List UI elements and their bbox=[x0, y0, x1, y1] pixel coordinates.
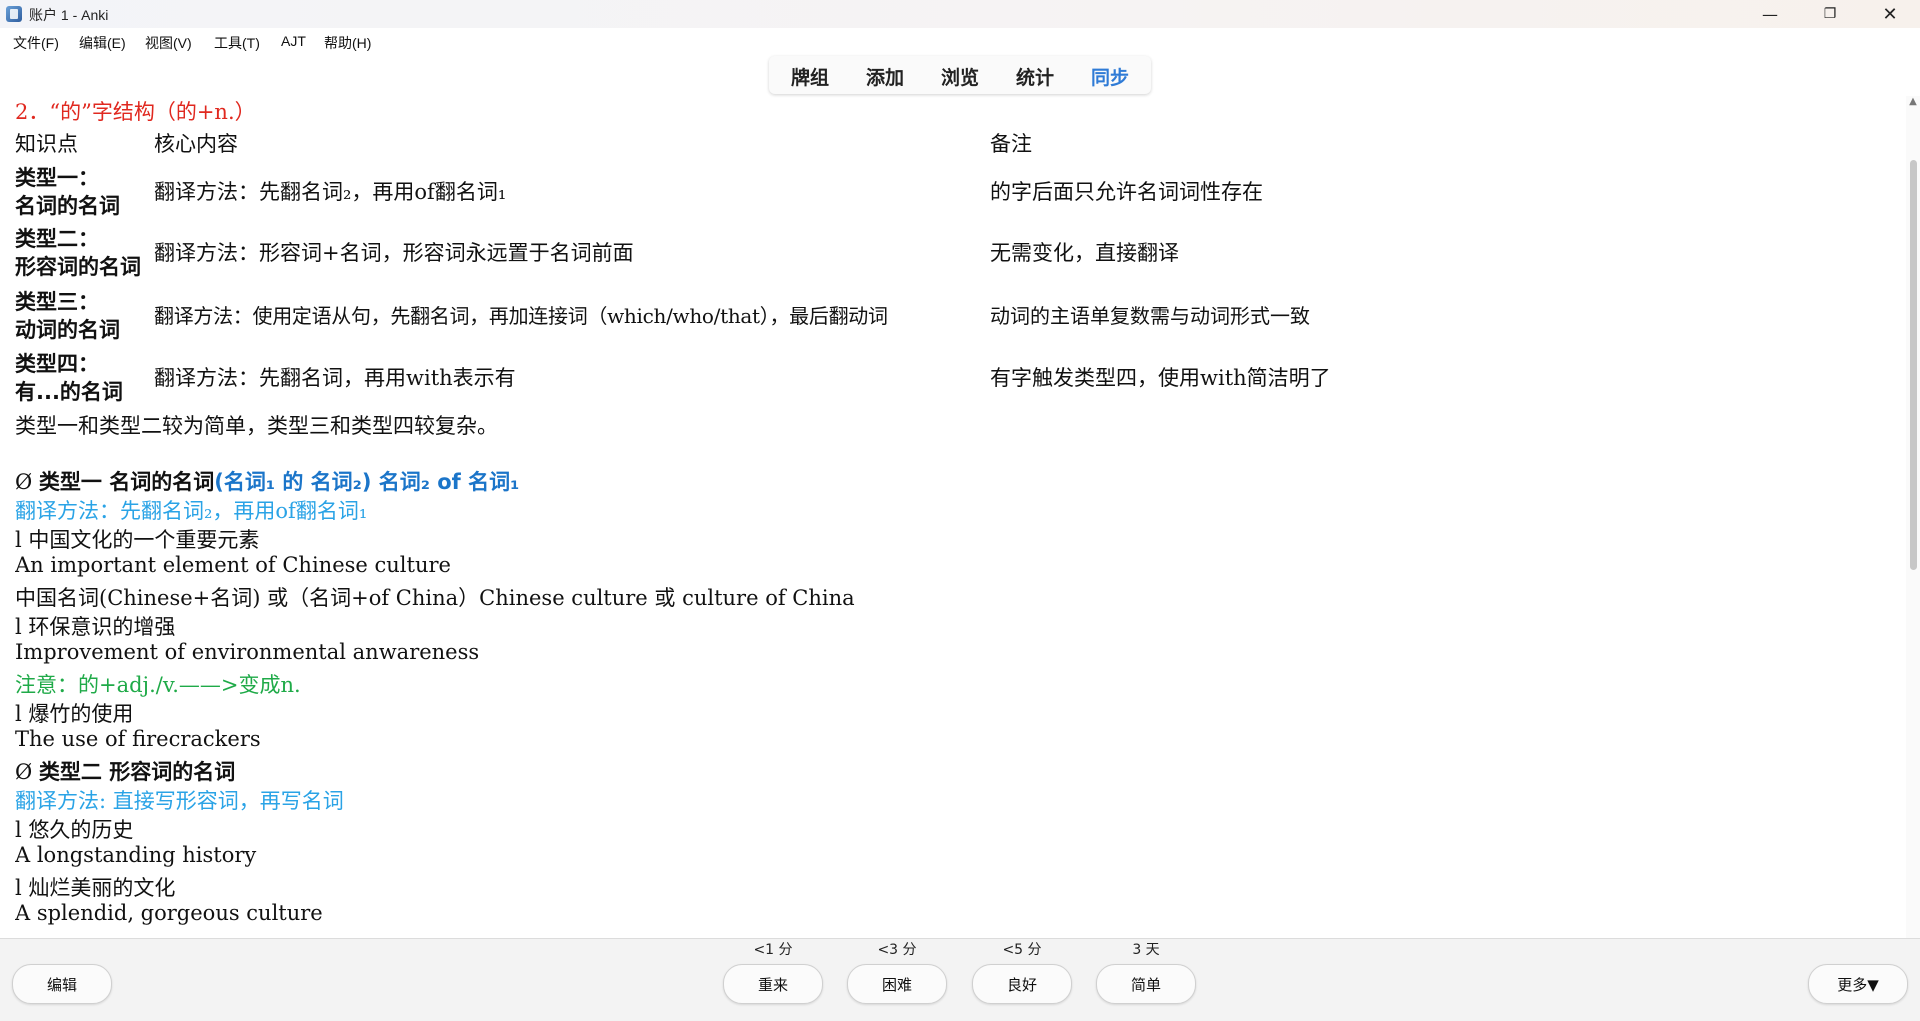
main-toolbar: 牌组 添加 浏览 统计 同步 bbox=[769, 56, 1151, 94]
interval-good: <5 分 bbox=[1002, 942, 1042, 958]
example-cn: l 环保意识的增强 bbox=[15, 615, 176, 639]
example-cn: l 灿烂美丽的文化 bbox=[15, 876, 176, 900]
menu-tools[interactable]: 工具(T) bbox=[214, 33, 260, 53]
table-cell-content: 翻译方法：使用定语从句，先翻名词，再加连接词（which/who/that），最… bbox=[154, 304, 888, 328]
toolbar-sync[interactable]: 同步 bbox=[1091, 63, 1129, 90]
toolbar-decks[interactable]: 牌组 bbox=[791, 63, 829, 90]
good-button[interactable]: 良好 bbox=[972, 964, 1072, 1004]
example-en: The use of firecrackers bbox=[15, 727, 261, 751]
table-cell-type: 类型二： bbox=[15, 227, 99, 251]
easy-button[interactable]: 简单 bbox=[1096, 964, 1196, 1004]
menu-edit[interactable]: 编辑(E) bbox=[79, 33, 126, 53]
maximize-button[interactable]: ❐ bbox=[1800, 0, 1860, 28]
hard-button[interactable]: 困难 bbox=[847, 964, 947, 1004]
table-cell-type: 有...的名词 bbox=[15, 380, 123, 404]
card-heading: 2．“的”字结构（的+n.） bbox=[15, 100, 256, 124]
interval-hard: <3 分 bbox=[877, 942, 917, 958]
card-content: 2．“的”字结构（的+n.） 知识点 核心内容 备注 类型一： 名词的名词 翻译… bbox=[15, 96, 1895, 938]
table-header-content: 核心内容 bbox=[154, 132, 238, 156]
edit-button[interactable]: 编辑 bbox=[12, 964, 112, 1004]
table-cell-note: 的字后面只允许名词词性存在 bbox=[990, 180, 1263, 204]
example-cn: l 悠久的历史 bbox=[15, 818, 134, 842]
interval-again: <1 分 bbox=[753, 942, 793, 958]
table-cell-type: 动词的名词 bbox=[15, 318, 120, 342]
attention-text: 注意：的+adj./v.——>变成n. bbox=[15, 673, 301, 697]
anki-app-icon bbox=[6, 6, 22, 22]
table-cell-note: 动词的主语单复数需与动词形式一致 bbox=[990, 304, 1310, 328]
section-title-text: 类型二 形容词的名词 bbox=[38, 760, 236, 784]
table-header-point: 知识点 bbox=[15, 132, 78, 156]
example-note: 中国名词(Chinese+名词) 或（名词+of China）Chinese c… bbox=[15, 586, 855, 610]
scrollbar-thumb[interactable] bbox=[1910, 160, 1917, 570]
table-cell-type: 名词的名词 bbox=[15, 194, 120, 218]
menu-bar: 文件(F) 编辑(E) 视图(V) 工具(T) AJT 帮助(H) bbox=[0, 30, 1920, 52]
table-cell-content: 翻译方法：先翻名词₂，再用of翻名词₁ bbox=[154, 180, 507, 204]
menu-ajt[interactable]: AJT bbox=[281, 33, 306, 49]
section-title: Ø 类型二 形容词的名词 bbox=[15, 756, 235, 786]
again-button[interactable]: 重来 bbox=[723, 964, 823, 1004]
table-cell-content: 翻译方法：形容词+名词，形容词永远置于名词前面 bbox=[154, 241, 634, 265]
menu-help[interactable]: 帮助(H) bbox=[324, 33, 371, 53]
menu-view[interactable]: 视图(V) bbox=[145, 33, 192, 53]
close-button[interactable]: ✕ bbox=[1860, 0, 1920, 28]
example-en: Improvement of environmental anwareness bbox=[15, 640, 480, 664]
menu-file[interactable]: 文件(F) bbox=[13, 33, 59, 53]
minimize-button[interactable]: — bbox=[1740, 0, 1800, 28]
toolbar-stats[interactable]: 统计 bbox=[1016, 63, 1054, 90]
interval-easy: 3 天 bbox=[1132, 942, 1160, 958]
example-en: An important element of Chinese culture bbox=[15, 553, 451, 577]
table-cell-content: 翻译方法：先翻名词，再用with表示有 bbox=[154, 366, 516, 390]
review-bottom-bar bbox=[0, 938, 1920, 1021]
scroll-up-arrow-icon[interactable]: ▲ bbox=[1906, 96, 1920, 112]
bullet-symbol: Ø bbox=[15, 760, 33, 784]
example-cn: l 中国文化的一个重要元素 bbox=[15, 528, 260, 552]
example-en: A splendid, gorgeous culture bbox=[15, 901, 323, 925]
table-cell-type: 类型四： bbox=[15, 352, 99, 376]
table-header-note: 备注 bbox=[990, 132, 1032, 156]
table-cell-note: 无需变化，直接翻译 bbox=[990, 241, 1179, 265]
summary-text: 类型一和类型二较为简单，类型三和类型四较复杂。 bbox=[15, 414, 498, 438]
method-text: 翻译方法: 直接写形容词，再写名词 bbox=[15, 789, 344, 813]
bullet-symbol: Ø bbox=[15, 470, 33, 494]
toolbar-browse[interactable]: 浏览 bbox=[941, 63, 979, 90]
table-cell-type: 类型一： bbox=[15, 166, 99, 190]
table-cell-note: 有字触发类型四，使用with简洁明了 bbox=[990, 366, 1331, 390]
more-button[interactable]: 更多▼ bbox=[1808, 964, 1908, 1004]
title-bar: 账户 1 - Anki — ❐ ✕ bbox=[0, 0, 1920, 28]
table-cell-type: 类型三： bbox=[15, 290, 99, 314]
example-cn: l 爆竹的使用 bbox=[15, 702, 134, 726]
section-title-text: 类型一 名词的名词 bbox=[38, 470, 215, 494]
section-title-formula: (名词₁ 的 名词₂) 名词₂ of 名词₁ bbox=[214, 470, 520, 494]
method-text: 翻译方法：先翻名词₂，再用of翻名词₁ bbox=[15, 499, 368, 523]
window-title: 账户 1 - Anki bbox=[29, 7, 109, 23]
section-title: Ø 类型一 名词的名词(名词₁ 的 名词₂) 名词₂ of 名词₁ bbox=[15, 466, 519, 496]
table-cell-type: 形容词的名词 bbox=[15, 255, 141, 279]
toolbar-add[interactable]: 添加 bbox=[866, 63, 904, 90]
example-en: A longstanding history bbox=[15, 843, 257, 867]
